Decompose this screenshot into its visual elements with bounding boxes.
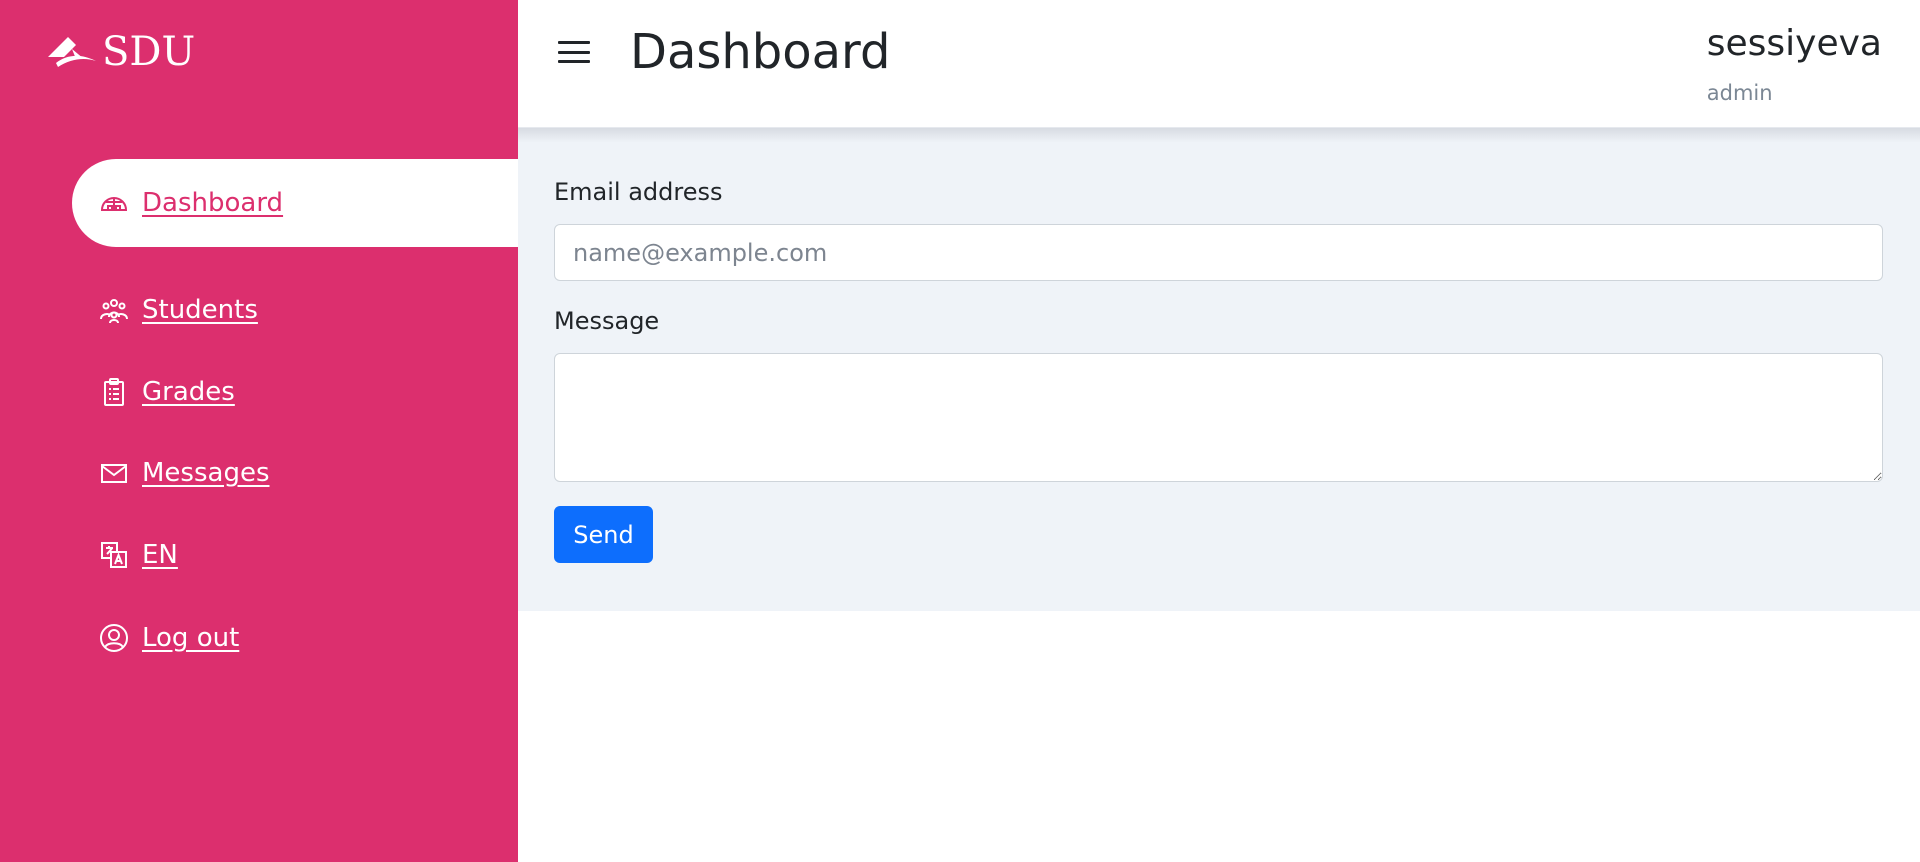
sidebar-item-label: Messages — [142, 458, 270, 488]
user-circle-icon — [98, 622, 130, 654]
translate-icon — [98, 539, 130, 571]
email-label: Email address — [554, 178, 723, 206]
logout-link[interactable]: Log out — [72, 594, 518, 682]
header-divider — [518, 128, 1920, 142]
sidebar: SDU Dashboard Students Grades Messages E… — [0, 0, 518, 862]
message-label: Message — [554, 307, 660, 335]
sidebar-item-dashboard[interactable]: Dashboard — [72, 159, 518, 247]
logo[interactable]: SDU — [46, 30, 195, 74]
sidebar-item-label: Grades — [142, 377, 235, 407]
message-form: Email address Message Send — [518, 142, 1920, 611]
user-role: admin — [1706, 81, 1773, 105]
sidebar-item-label: Students — [142, 295, 258, 325]
clipboard-icon — [98, 376, 130, 408]
sidebar-item-label: Dashboard — [142, 188, 284, 218]
message-textarea[interactable] — [554, 353, 1883, 482]
sidebar-item-students[interactable]: Students — [72, 266, 518, 354]
page-title: Dashboard — [630, 24, 891, 80]
user-name: sessiyeva — [1706, 23, 1882, 64]
sidebar-item-label: EN — [142, 540, 178, 570]
menu-toggle-icon[interactable] — [558, 38, 590, 66]
sidebar-item-label: Log out — [142, 623, 240, 653]
envelope-icon — [98, 457, 130, 489]
send-button[interactable]: Send — [554, 506, 653, 563]
students-icon — [98, 294, 130, 326]
sidebar-item-messages[interactable]: Messages — [72, 429, 518, 517]
language-switch[interactable]: EN — [72, 511, 518, 599]
dashboard-icon — [98, 187, 130, 219]
top-header: Dashboard sessiyeva admin — [518, 0, 1920, 128]
sdu-logo-icon — [48, 37, 96, 67]
logo-text: SDU — [102, 29, 196, 75]
user-info: sessiyeva admin — [1707, 20, 1882, 106]
email-field[interactable] — [554, 224, 1883, 281]
sidebar-item-grades[interactable]: Grades — [72, 348, 518, 436]
